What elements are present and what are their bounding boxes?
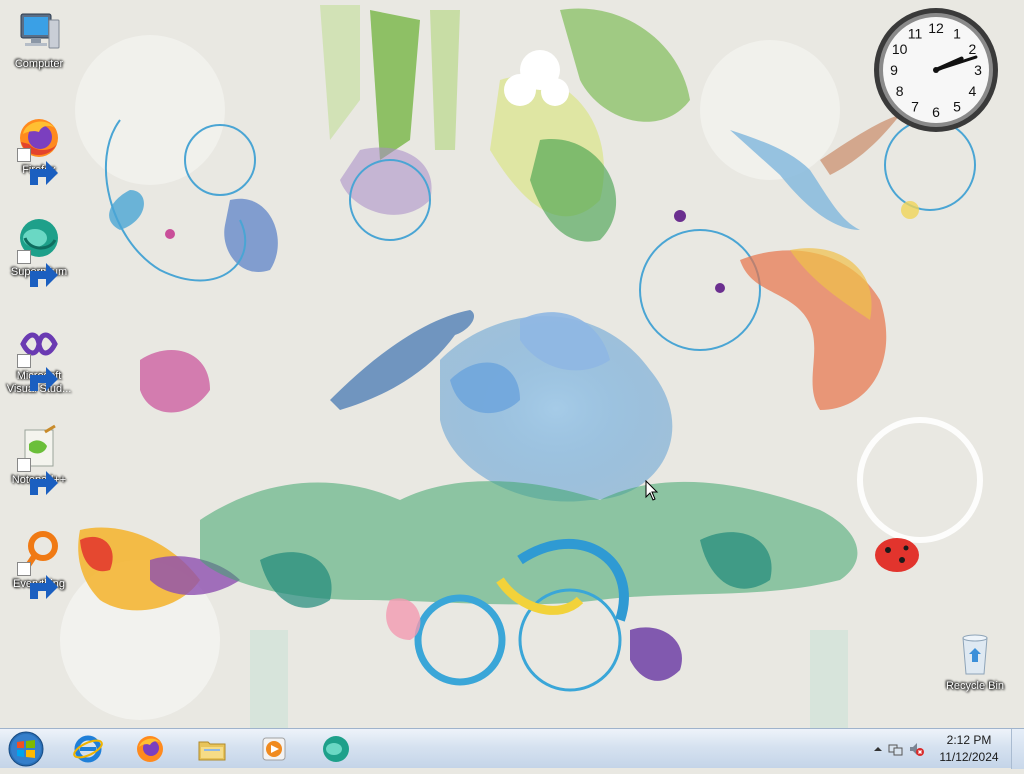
- shortcut-arrow-icon: [17, 250, 58, 287]
- desktop-icon-firefox[interactable]: Firefox: [2, 114, 76, 185]
- recycle-bin-icon: [951, 630, 999, 678]
- show-hidden-icons-icon[interactable]: [870, 741, 886, 757]
- shortcut-arrow-icon: [17, 562, 58, 599]
- desktop-icon-label: Recycle Bin: [945, 680, 1005, 692]
- clock-numeral: 10: [892, 41, 908, 57]
- notepadpp-icon: [15, 424, 63, 495]
- supermium-icon: [323, 736, 349, 762]
- internet-explorer-icon: [73, 735, 103, 763]
- firefox-icon: [137, 736, 163, 762]
- desktop-icon-label: Computer: [14, 58, 64, 70]
- tray-clock-date[interactable]: 11/12/2024: [934, 750, 1004, 764]
- desktop-icon-everything[interactable]: Everything: [2, 528, 76, 599]
- everything-icon: [15, 528, 63, 599]
- taskbar-internet-explorer[interactable]: [62, 731, 114, 767]
- visual-studio-icon: [15, 320, 63, 391]
- windows-logo-icon: [8, 731, 44, 767]
- taskbar-supermium[interactable]: [310, 731, 362, 767]
- media-player-icon: [262, 737, 286, 761]
- desktop-icon-computer[interactable]: Computer: [2, 8, 76, 71]
- shortcut-arrow-icon: [17, 354, 58, 391]
- desktop-icon-visual-studio[interactable]: Microsoft Visual Stud...: [2, 320, 76, 396]
- taskbar: 2:12 PM 11/12/2024: [0, 728, 1024, 769]
- clock-gadget[interactable]: 12 12 3 45678 9 1011: [872, 6, 1000, 134]
- system-tray: 2:12 PM 11/12/2024: [864, 729, 1024, 769]
- clock-numeral: 12: [928, 20, 944, 36]
- taskbar-media-player[interactable]: [248, 731, 300, 767]
- mouse-cursor-icon: [645, 480, 659, 501]
- clock-numeral: 8: [896, 83, 904, 99]
- show-desktop-button[interactable]: [1011, 729, 1024, 769]
- supermium-icon: [15, 216, 63, 287]
- clock-numeral: 1: [953, 26, 961, 42]
- network-icon[interactable]: [888, 741, 904, 757]
- volume-muted-icon[interactable]: [908, 741, 924, 757]
- clock-numeral: 6: [932, 104, 940, 120]
- computer-icon: [15, 8, 63, 56]
- tray-clock-time[interactable]: 2:12 PM: [934, 733, 1004, 747]
- wallpaper: [0, 0, 1024, 728]
- clock-numeral: 9: [890, 62, 898, 78]
- desktop-icon-notepadpp[interactable]: Notepad++: [2, 424, 76, 495]
- folder-icon: [198, 741, 226, 761]
- desktop-icon-supermium[interactable]: Supermium: [2, 216, 76, 287]
- clock-numeral: 3: [974, 62, 982, 78]
- desktop-icon-recycle-bin[interactable]: Recycle Bin: [938, 630, 1012, 693]
- taskbar-windows-explorer[interactable]: [186, 731, 238, 767]
- shortcut-arrow-icon: [17, 458, 58, 495]
- shortcut-arrow-icon: [17, 148, 58, 185]
- firefox-icon: [15, 114, 63, 185]
- taskbar-firefox[interactable]: [124, 731, 176, 767]
- clock-numeral: 7: [911, 98, 919, 114]
- clock-numeral: 2: [968, 41, 976, 57]
- start-button[interactable]: [4, 729, 48, 769]
- clock-numeral: 5: [953, 98, 961, 114]
- clock-numeral: 4: [968, 83, 976, 99]
- clock-numeral: 11: [908, 26, 923, 42]
